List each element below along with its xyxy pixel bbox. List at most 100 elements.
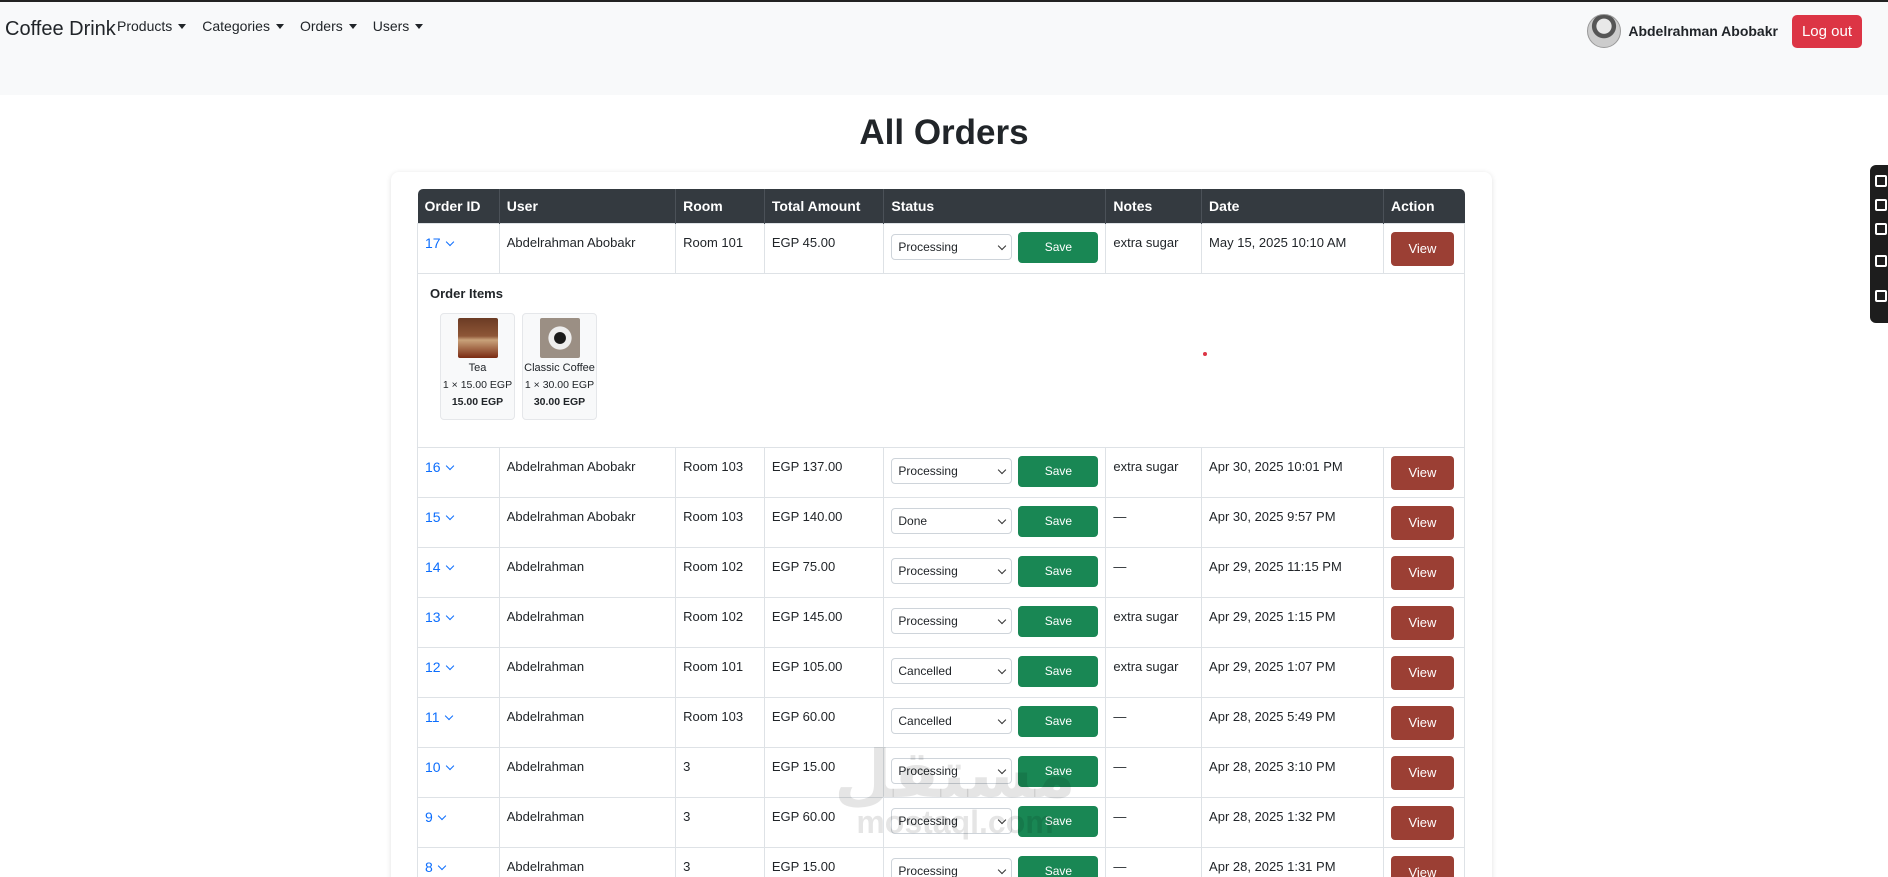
cell-order-id: 16	[417, 446, 500, 498]
save-button[interactable]: Save	[1018, 505, 1099, 537]
status-select[interactable]: Cancelled	[891, 658, 1013, 684]
avatar[interactable]	[1587, 14, 1622, 48]
view-button[interactable]: View	[1390, 705, 1454, 740]
username: Abdelrahman Abobakr	[1628, 23, 1778, 39]
order-id-toggle[interactable]: 16	[425, 458, 454, 475]
nav-users-dropdown[interactable]: Users	[373, 18, 424, 34]
view-button[interactable]: View	[1390, 231, 1454, 266]
order-item-total: 30.00 EGP	[533, 395, 586, 408]
view-button[interactable]: View	[1390, 855, 1454, 877]
nav-categories-dropdown[interactable]: Categories	[202, 18, 284, 34]
header-date[interactable]: Date	[1201, 189, 1384, 223]
order-id-toggle[interactable]: 10	[425, 758, 454, 775]
watermark-arabic: مستقل	[834, 736, 1076, 813]
cell-order-id: 11	[417, 696, 500, 748]
copy-icon[interactable]	[1875, 255, 1887, 267]
chevron-down-icon	[998, 515, 1007, 524]
order-id-toggle[interactable]: 13	[425, 609, 454, 625]
order-id-text: 16	[425, 458, 441, 475]
view-button[interactable]: View	[1390, 505, 1454, 540]
order-item-name: Classic Coffee	[524, 361, 595, 374]
cell-order-id: 13	[417, 596, 500, 648]
order-item-total: 15.00 EGP	[451, 395, 504, 408]
cell-room: 3	[675, 746, 765, 798]
eye-icon[interactable]	[1875, 199, 1887, 211]
gear-icon[interactable]	[1875, 290, 1887, 302]
order-items-heading: Order Items	[430, 285, 503, 301]
cell-room: Room 103	[675, 696, 765, 748]
header-user[interactable]: User	[499, 189, 677, 223]
header-room[interactable]: Room	[675, 189, 765, 223]
save-button[interactable]: Save	[1018, 655, 1099, 687]
tea-image	[457, 317, 498, 358]
cell-room: 3	[675, 846, 765, 877]
save-button[interactable]: Save	[1018, 855, 1099, 877]
cell-order-id: 12	[417, 646, 500, 698]
chevron-down-icon	[998, 715, 1007, 724]
cell-action: View	[1382, 696, 1466, 748]
view-button[interactable]: View	[1390, 655, 1454, 690]
order-id-toggle[interactable]: 8	[425, 858, 447, 875]
status-select[interactable]: Cancelled	[891, 708, 1013, 734]
header-status[interactable]: Status	[883, 189, 1107, 223]
order-id-text: 8	[425, 858, 433, 875]
order-id-toggle[interactable]: 15	[425, 509, 454, 525]
order-id-toggle[interactable]: 11	[425, 709, 453, 725]
header-notes[interactable]: Notes	[1105, 189, 1203, 223]
order-id-text: 10	[425, 758, 441, 775]
view-button[interactable]: View	[1390, 755, 1454, 790]
cell-total: EGP 45.00	[763, 222, 885, 274]
cell-notes: —	[1105, 696, 1203, 748]
cell-order-id: 8	[417, 846, 500, 877]
status-select[interactable]: Processing	[891, 858, 1013, 877]
nav-products-label: Products	[117, 18, 173, 34]
save-button[interactable]: Save	[1018, 705, 1099, 737]
header-total[interactable]: Total Amount	[764, 189, 885, 223]
link-icon[interactable]	[1875, 175, 1887, 187]
status-select[interactable]: Processing	[891, 608, 1013, 634]
square-icon[interactable]	[1875, 223, 1887, 235]
status-value: Processing	[898, 564, 958, 578]
brand-link[interactable]: Coffee Drink	[5, 18, 116, 41]
order-id-toggle[interactable]: 12	[425, 659, 454, 675]
save-button[interactable]: Save	[1018, 555, 1099, 587]
chevron-down-icon	[445, 661, 454, 670]
side-toolbar[interactable]	[1870, 165, 1888, 323]
cell-user: Abdelrahman Abobakr	[498, 496, 677, 548]
cell-action: View	[1382, 546, 1466, 598]
nav-products-dropdown[interactable]: Products	[117, 18, 187, 34]
cell-notes: extra sugar	[1105, 446, 1203, 498]
view-button[interactable]: View	[1390, 805, 1454, 840]
chevron-down-icon	[998, 465, 1007, 474]
cell-notes: —	[1105, 846, 1203, 877]
status-controls: Processing Save	[891, 231, 1099, 263]
nav-orders-label: Orders	[299, 18, 343, 34]
status-select[interactable]: Done	[891, 508, 1013, 534]
chevron-down-icon	[998, 615, 1007, 624]
cell-status: Processing Save	[883, 546, 1107, 598]
order-id-toggle[interactable]: 9	[425, 809, 447, 825]
order-id-toggle[interactable]: 14	[425, 559, 454, 575]
save-button[interactable]: Save	[1018, 455, 1099, 487]
status-select[interactable]: Processing	[891, 558, 1013, 584]
nav-orders-dropdown[interactable]: Orders	[300, 18, 357, 34]
view-button[interactable]: View	[1390, 605, 1454, 640]
order-id-toggle[interactable]: 17	[425, 235, 454, 251]
save-button[interactable]: Save	[1018, 231, 1099, 263]
header-order-id[interactable]: Order ID	[417, 189, 500, 223]
save-button[interactable]: Save	[1018, 605, 1099, 637]
cell-user: Abdelrahman Abobakr	[498, 446, 677, 498]
view-button[interactable]: View	[1390, 455, 1454, 490]
view-button[interactable]: View	[1390, 555, 1454, 590]
order-items-list: Tea 1 × 15.00 EGP 15.00 EGP Classic Coffee 1…	[440, 312, 1452, 420]
logout-button[interactable]: Log out	[1791, 14, 1862, 48]
cell-action: View	[1382, 796, 1466, 848]
status-select[interactable]: Processing	[891, 234, 1013, 260]
status-select[interactable]: Processing	[891, 458, 1013, 484]
order-items-cell: Order Items Tea 1 × 15.00 EGP 15.00 EGP Clas…	[417, 272, 1465, 448]
cell-user: Abdelrahman	[498, 846, 677, 877]
cell-date: Apr 28, 2025 5:49 PM	[1201, 696, 1384, 748]
cell-user: Abdelrahman	[498, 746, 677, 798]
cell-room: Room 103	[675, 496, 765, 548]
cell-status: Cancelled Save	[883, 646, 1107, 698]
